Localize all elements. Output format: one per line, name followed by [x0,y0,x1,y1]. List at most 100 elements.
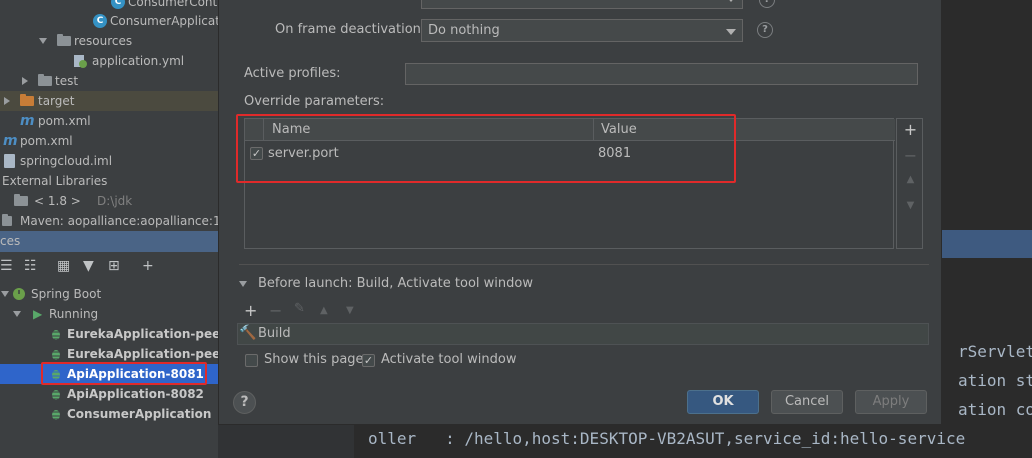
edit-task-icon[interactable]: ✎ [294,301,305,316]
ok-button[interactable]: OK [687,390,759,414]
maven-icon: m [20,113,35,129]
show-this-page-checkbox[interactable] [245,354,258,367]
spring-boot-group[interactable]: Spring Boot [0,284,218,304]
chevron-down-icon [726,29,736,35]
tree-item-maven-aopalliance[interactable]: Maven: aopalliance:aopalliance:1.0 [0,211,218,231]
move-up-button[interactable]: ▲ [897,174,924,185]
debug-bug-icon [51,350,61,360]
add-row-button[interactable]: + [897,120,924,139]
tree-item-springcloud-iml[interactable]: springcloud.iml [0,151,218,171]
before-launch-label: Before launch: Build, Activate tool wind… [258,276,533,291]
console-line: rServlet' [958,342,1032,361]
frame-deactivation-label: On frame deactivation: [275,22,426,37]
chevron-right-icon[interactable] [4,97,10,105]
chevron-down-icon[interactable] [39,38,47,44]
chevron-right-icon[interactable] [22,77,28,85]
service-label: EurekaApplication-peer2 [67,347,218,361]
group-by-icon[interactable]: ▦ [57,258,70,274]
folder-icon [20,94,34,106]
remove-task-icon[interactable]: − [269,301,282,320]
spring-boot-icon [13,288,25,300]
project-panel: C ConsumerContr C ConsumerApplicatio res… [0,0,218,458]
filter-icon[interactable]: ▼ [83,258,94,274]
chevron-down-icon[interactable] [1,291,9,297]
tree-item-root-pom-xml[interactable]: m pom.xml [0,131,218,151]
divider [239,264,929,265]
show-this-page-label: Show this page [264,352,364,367]
tree-item-label: pom.xml [38,114,91,128]
java-class-icon: C [111,0,125,9]
folder-icon [38,74,52,86]
tree-item-consumer-application[interactable]: C ConsumerApplicatio [0,11,218,31]
services-title: ces [0,234,21,248]
console-line: ation star [958,371,1032,390]
services-tab-strip [942,230,1032,258]
group-label: Running [49,307,99,321]
new-tab-icon[interactable]: ⊞ [108,258,120,274]
before-launch-task-build[interactable]: 🔨 Build [237,323,929,345]
jdk-folder-icon [14,194,28,206]
cancel-button[interactable]: Cancel [771,390,843,414]
remove-row-button[interactable]: − [897,146,924,165]
tree-item-target[interactable]: target [0,91,218,111]
tree-item-label: pom.xml [20,134,73,148]
table-toolbar: + − ▲ ▼ [896,118,923,249]
tree-item-application-yml[interactable]: application.yml [0,51,218,71]
tree-item-label: application.yml [92,54,185,68]
tree-item-resources[interactable]: resources [0,31,218,51]
services-panel-header[interactable]: ces [0,231,218,252]
group-label: Spring Boot [31,287,102,301]
hammer-icon: 🔨 [239,325,257,341]
tree-item-jdk[interactable]: < 1.8 > D:\jdk [0,191,218,211]
jdk-path: D:\jdk [97,194,133,208]
tree-item-label: test [55,74,79,88]
service-label: EurekaApplication-peer1 [67,327,218,341]
debug-bug-icon [51,410,61,420]
active-profiles-input[interactable] [405,63,918,85]
help-button[interactable]: ? [233,391,256,414]
tree-item-label: Maven: aopalliance:aopalliance:1.0 [20,214,218,228]
move-up-icon[interactable]: ▲ [320,305,328,316]
on-update-combo[interactable] [421,0,743,9]
yaml-spring-icon [74,55,87,68]
build-label: Build [258,326,291,341]
help-icon[interactable]: ? [759,0,775,8]
debug-bug-icon [51,330,61,340]
service-consumer[interactable]: ConsumerApplication [0,404,218,424]
add-task-icon[interactable]: + [244,301,257,320]
editor-area [942,0,1032,230]
collapse-all-icon[interactable]: ☷ [24,258,37,274]
run-configuration-dialog: ? On frame deactivation: Do nothing ? Ac… [218,0,942,425]
chevron-down-icon[interactable] [13,311,21,317]
service-eureka-peer1[interactable]: EurekaApplication-peer1 [0,324,218,344]
override-parameters-label: Override parameters: [244,94,385,109]
expand-all-icon[interactable]: ☰ [0,258,13,274]
tree-item-label: < 1.8 > [34,194,81,208]
tree-item-label: springcloud.iml [20,154,113,168]
running-group[interactable]: ▶ Running [0,304,218,324]
tree-item-test[interactable]: test [0,71,218,91]
tree-item-label: target [38,94,75,108]
activate-tool-window-checkbox[interactable]: ✓ [362,354,375,367]
spring-class-icon: C [93,14,107,28]
frame-deactivation-select[interactable]: Do nothing [421,19,743,42]
move-down-button[interactable]: ▼ [897,200,924,211]
help-icon[interactable]: ? [757,22,773,38]
console-line: oller : /hello,host:DESKTOP-VB2ASUT,serv… [368,429,966,448]
add-service-icon[interactable]: + [142,258,154,274]
active-profiles-label: Active profiles: [244,66,341,81]
service-api-8082[interactable]: ApiApplication-8082 [0,384,218,404]
highlight-annotation [41,362,207,385]
tree-item-label: ConsumerApplicatio [110,14,218,28]
run-icon: ▶ [33,307,43,321]
tree-item-external-libraries[interactable]: External Libraries [0,171,218,191]
tree-item-label: resources [74,34,133,48]
service-label: ConsumerApplication [67,407,212,421]
apply-button[interactable]: Apply [855,390,927,414]
frame-deactivation-value: Do nothing [428,23,500,38]
move-down-icon[interactable]: ▼ [346,305,354,316]
service-eureka-peer2[interactable]: EurekaApplication-peer2 [0,344,218,364]
library-icon [2,214,12,226]
service-label: ApiApplication-8082 [67,387,204,401]
tree-item-pom-xml[interactable]: m pom.xml [0,111,218,131]
